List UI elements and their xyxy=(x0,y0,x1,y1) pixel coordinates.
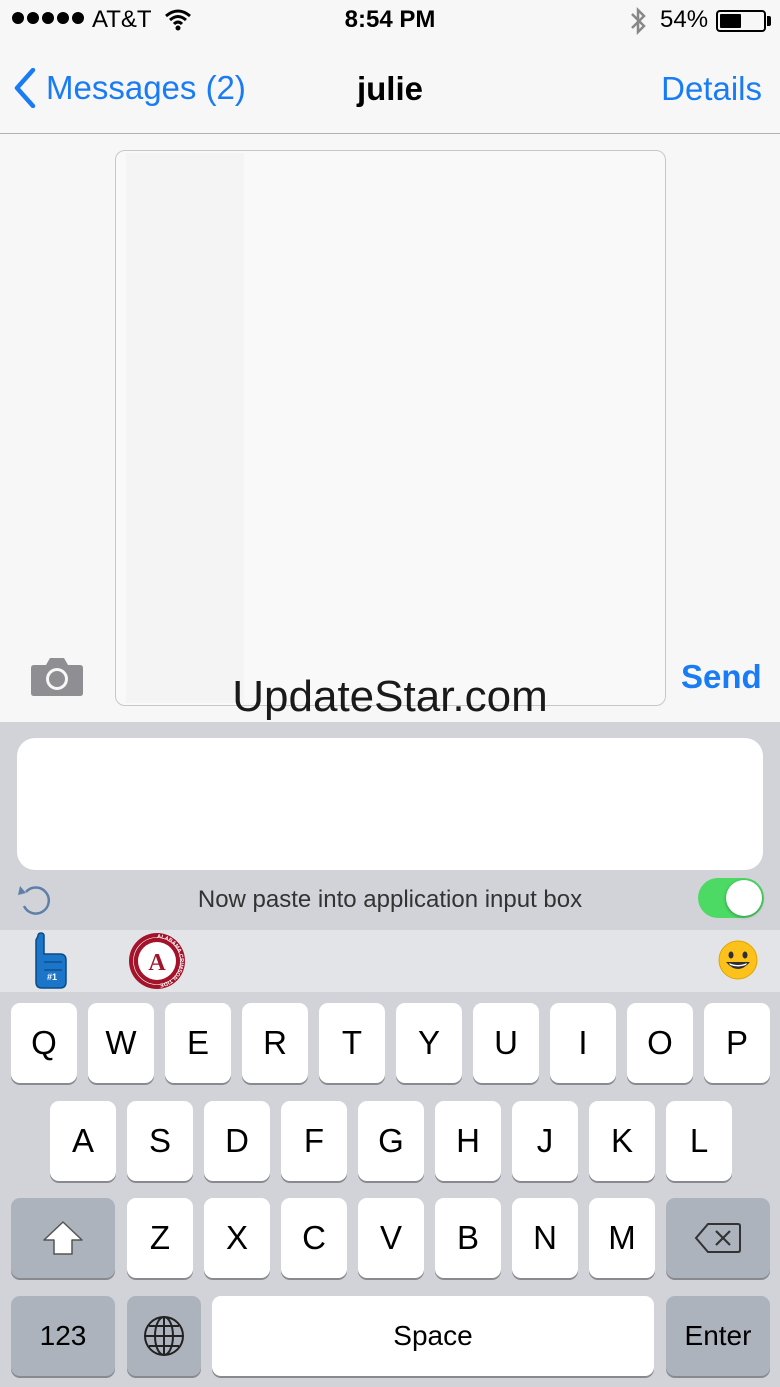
numbers-key[interactable]: 123 xyxy=(11,1296,115,1376)
paste-toggle[interactable] xyxy=(698,878,764,918)
shift-key[interactable] xyxy=(11,1198,115,1278)
foam-finger-sticker[interactable]: #1 xyxy=(30,932,70,995)
key-z[interactable]: Z xyxy=(127,1198,193,1278)
message-input[interactable] xyxy=(115,150,666,706)
battery-tip xyxy=(767,16,771,26)
key-g[interactable]: G xyxy=(358,1101,424,1181)
key-a[interactable]: A xyxy=(50,1101,116,1181)
key-j[interactable]: J xyxy=(512,1101,578,1181)
battery-percentage: 54% xyxy=(660,6,709,33)
status-bar: AT&T 8:54 PM 54% xyxy=(0,0,780,44)
globe-key[interactable] xyxy=(127,1296,201,1376)
backspace-key[interactable] xyxy=(666,1198,770,1278)
battery-icon xyxy=(716,10,766,32)
shift-arrow-icon xyxy=(43,1221,83,1255)
key-n[interactable]: N xyxy=(512,1198,578,1278)
keyboard-toolbar: Now paste into application input box xyxy=(0,870,780,930)
key-l[interactable]: L xyxy=(666,1101,732,1181)
key-y[interactable]: Y xyxy=(396,1003,462,1083)
alabama-crimson-tide-sticker[interactable]: ALABAMA CRIMSON TIDE A xyxy=(128,932,186,995)
key-e[interactable]: E xyxy=(165,1003,231,1083)
key-t[interactable]: T xyxy=(319,1003,385,1083)
emoji-icon[interactable] xyxy=(716,938,760,987)
key-c[interactable]: C xyxy=(281,1198,347,1278)
alabama-letter: A xyxy=(148,950,166,976)
key-p[interactable]: P xyxy=(704,1003,770,1083)
key-m[interactable]: M xyxy=(589,1198,655,1278)
toggle-knob xyxy=(726,880,762,916)
key-q[interactable]: Q xyxy=(11,1003,77,1083)
key-r[interactable]: R xyxy=(242,1003,308,1083)
foam-finger-text: #1 xyxy=(47,972,57,982)
key-w[interactable]: W xyxy=(88,1003,154,1083)
key-o[interactable]: O xyxy=(627,1003,693,1083)
watermark-text: UpdateStar.com xyxy=(232,672,548,721)
battery-fill xyxy=(720,14,741,28)
space-key[interactable]: Space xyxy=(212,1296,654,1376)
paste-text-box[interactable] xyxy=(17,738,763,870)
key-x[interactable]: X xyxy=(204,1198,270,1278)
enter-key[interactable]: Enter xyxy=(666,1296,770,1376)
key-b[interactable]: B xyxy=(435,1198,501,1278)
key-u[interactable]: U xyxy=(473,1003,539,1083)
key-d[interactable]: D xyxy=(204,1101,270,1181)
key-s[interactable]: S xyxy=(127,1101,193,1181)
key-f[interactable]: F xyxy=(281,1101,347,1181)
details-button[interactable]: Details xyxy=(661,70,762,108)
key-i[interactable]: I xyxy=(550,1003,616,1083)
key-v[interactable]: V xyxy=(358,1198,424,1278)
paste-instruction: Now paste into application input box xyxy=(197,886,583,913)
sticker-bar: #1 ALABAMA CRIMSON TIDE A xyxy=(0,930,780,992)
key-k[interactable]: K xyxy=(589,1101,655,1181)
bluetooth-icon xyxy=(628,6,648,41)
message-area: Send xyxy=(0,135,780,722)
globe-icon xyxy=(144,1316,184,1356)
navigation-bar: Messages (2) julie Details xyxy=(0,44,780,134)
backspace-icon xyxy=(694,1223,741,1253)
keyboard-panel: Now paste into application input box #1 … xyxy=(0,722,780,1387)
key-h[interactable]: H xyxy=(435,1101,501,1181)
compose-shading xyxy=(126,153,244,703)
